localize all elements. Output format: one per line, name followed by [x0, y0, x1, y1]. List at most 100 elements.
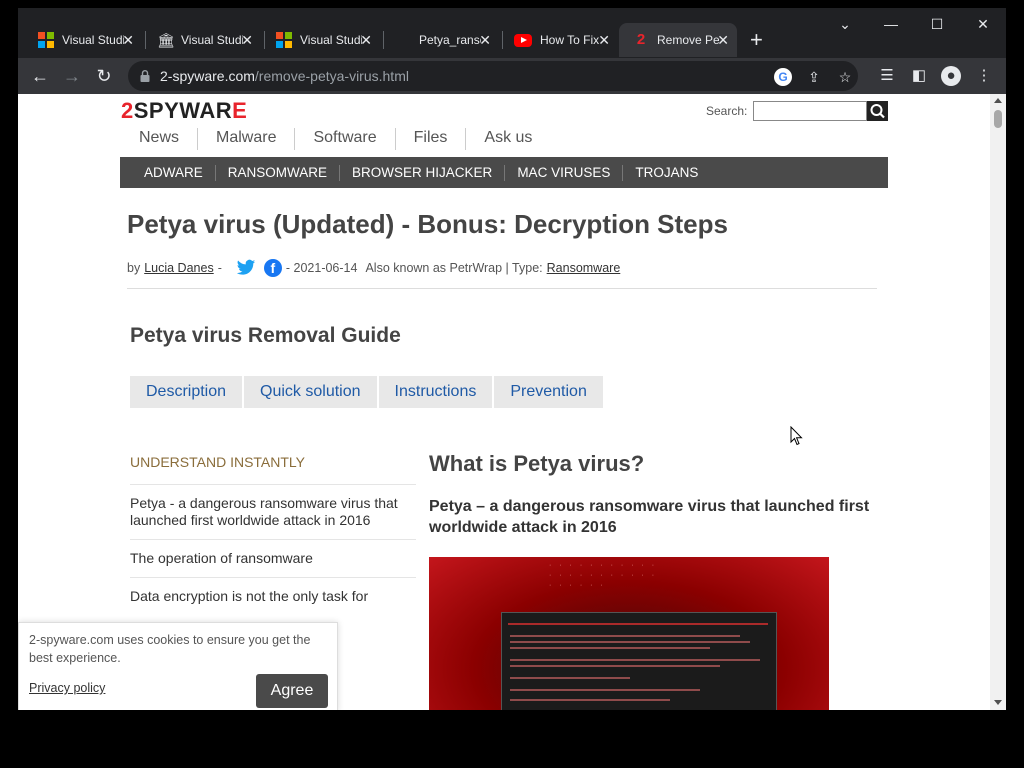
web-page: 2SPYWARE Search: News Malware Software F…: [18, 94, 1006, 710]
google-icon[interactable]: G: [774, 68, 792, 86]
toc-sidebar: UNDERSTAND INSTANTLY Petya - a dangerous…: [130, 454, 416, 615]
tab-petya-ransomware[interactable]: Petya_ransomware ✕: [381, 23, 499, 57]
close-icon[interactable]: ✕: [479, 32, 491, 48]
category-trojans[interactable]: TROJANS: [622, 164, 710, 181]
vertical-scrollbar[interactable]: [990, 94, 1006, 710]
logo-text: SPYWAR: [133, 98, 233, 123]
share-icon[interactable]: ⇪: [805, 68, 823, 86]
cookie-message: 2-spyware.com uses cookies to ensure you…: [29, 633, 311, 665]
toc-item[interactable]: Data encryption is not the only task for: [130, 577, 416, 615]
search-icon: [870, 104, 885, 119]
image-map-dots: · · · · · · · · · · · · · · · · · · · · …: [549, 562, 658, 589]
scroll-up-arrow-icon[interactable]: [994, 98, 1002, 103]
tab-strip: Visual Studio ✕ 🏛 Visual Studio ✕ Visual…: [18, 8, 1006, 58]
scrollbar-thumb[interactable]: [994, 110, 1002, 128]
tab-instructions[interactable]: Instructions: [378, 376, 493, 408]
nav-malware[interactable]: Malware: [197, 128, 294, 150]
logo-number: 2: [121, 98, 134, 123]
cookie-banner: 2-spyware.com uses cookies to ensure you…: [18, 622, 338, 710]
forward-arrow-icon[interactable]: →: [60, 64, 84, 88]
close-icon[interactable]: ✕: [360, 32, 372, 48]
tab-title: Visual Studio: [62, 33, 124, 47]
site-logo[interactable]: 2SPYWARE: [121, 99, 247, 123]
search-input[interactable]: [753, 101, 867, 121]
new-tab-plus-icon[interactable]: +: [750, 29, 763, 51]
byline-dash: -: [217, 261, 222, 275]
tab-prevention[interactable]: Prevention: [494, 376, 603, 408]
mouse-cursor-icon: [790, 426, 803, 446]
library-icon: 🏛: [157, 32, 175, 48]
tab-visual-studio-3[interactable]: Visual Studio ✕: [262, 23, 380, 57]
scroll-down-arrow-icon[interactable]: [994, 700, 1002, 705]
tab-description[interactable]: Description: [130, 376, 243, 408]
agree-button[interactable]: Agree: [256, 674, 328, 708]
tab-title: How To Fix: [540, 33, 600, 47]
close-icon[interactable]: ✕: [598, 32, 610, 48]
browser-toolbar: ← → ↻ 2-spyware.com/remove-petya-virus.h…: [18, 58, 1006, 94]
nav-ask-us[interactable]: Ask us: [465, 128, 550, 150]
search-label: Search:: [706, 104, 748, 118]
reload-icon[interactable]: ↻: [92, 64, 116, 88]
section-subtitle: Petya – a dangerous ransomware virus tha…: [429, 498, 870, 536]
browser-window: Visual Studio ✕ 🏛 Visual Studio ✕ Visual…: [18, 8, 1006, 710]
toc-item[interactable]: The operation of ransomware: [130, 539, 416, 577]
side-panel-icon[interactable]: ◧: [909, 66, 929, 86]
microsoft-icon: [38, 32, 54, 48]
youtube-icon: [514, 33, 532, 47]
removal-guide-title: Petya virus Removal Guide: [130, 324, 401, 347]
tab-how-to-fix[interactable]: How To Fix ✕: [500, 23, 618, 57]
maximize-icon[interactable]: ☐: [927, 16, 947, 33]
address-path: /remove-petya-virus.html: [254, 68, 409, 84]
category-browser-hijacker[interactable]: BROWSER HIJACKER: [339, 164, 504, 181]
tab-title: Petya_ransomware: [419, 33, 481, 47]
main-nav: News Malware Software Files Ask us: [121, 128, 550, 150]
address-bar[interactable]: 2-spyware.com/remove-petya-virus.html G …: [128, 61, 858, 91]
toc-item[interactable]: Petya - a dangerous ransomware virus tha…: [130, 484, 416, 539]
back-arrow-icon[interactable]: ←: [28, 64, 52, 88]
2spyware-icon: 2: [636, 31, 646, 48]
search-button[interactable]: [867, 101, 888, 121]
guide-tabs: Description Quick solution Instructions …: [130, 376, 605, 408]
article-date: - 2021-06-14: [285, 261, 358, 275]
tab-remove-petya[interactable]: 2 Remove Petya ✕: [619, 23, 737, 57]
close-icon[interactable]: ✕: [717, 32, 729, 48]
divider: [127, 288, 877, 289]
facebook-icon[interactable]: f: [263, 259, 282, 277]
article-title: Petya virus (Updated) - Bonus: Decryptio…: [127, 209, 728, 239]
nav-software[interactable]: Software: [294, 128, 394, 150]
tab-visual-studio-1[interactable]: Visual Studio ✕: [24, 23, 142, 57]
star-icon[interactable]: ☆: [836, 68, 854, 86]
tab-visual-studio-2[interactable]: 🏛 Visual Studio ✕: [143, 23, 261, 57]
nav-news[interactable]: News: [121, 128, 197, 150]
microsoft-icon: [276, 32, 292, 48]
nav-files[interactable]: Files: [394, 128, 466, 150]
address-host: 2-spyware.com: [160, 68, 255, 84]
logo-e: E: [232, 98, 248, 123]
type-link[interactable]: Ransomware: [547, 261, 621, 275]
menu-kebab-icon[interactable]: ⋮: [974, 66, 994, 86]
close-icon[interactable]: ✕: [241, 32, 253, 48]
tab-title: Visual Studio: [300, 33, 362, 47]
category-bar: ADWARE RANSOMWARE BROWSER HIJACKER MAC V…: [120, 157, 888, 188]
category-adware[interactable]: ADWARE: [132, 165, 215, 181]
tab-search-chevron-icon[interactable]: ⌄: [835, 16, 855, 33]
reading-list-icon[interactable]: ☰: [877, 66, 897, 86]
petya-screenshot-image: · · · · · · · · · · · · · · · · · · · · …: [429, 557, 829, 710]
category-mac-viruses[interactable]: MAC VIRUSES: [504, 164, 622, 181]
tab-title: Remove Petya: [657, 33, 719, 47]
section-title: What is Petya virus?: [429, 451, 645, 476]
window-close-icon[interactable]: ✕: [973, 16, 993, 33]
dark-icon: [395, 32, 411, 48]
lock-icon: [140, 70, 150, 82]
twitter-icon[interactable]: [236, 259, 256, 277]
also-known-as: Also known as PetrWrap | Type:: [365, 261, 543, 275]
privacy-policy-link[interactable]: Privacy policy: [29, 681, 105, 695]
close-icon[interactable]: ✕: [122, 32, 134, 48]
author-link[interactable]: Lucia Danes: [144, 261, 214, 275]
ransom-note-screen: [501, 612, 777, 710]
tab-quick-solution[interactable]: Quick solution: [244, 376, 377, 408]
byline: by Lucia Danes - f - 2021-06-14 Also kno…: [127, 259, 620, 277]
minimize-icon[interactable]: —: [881, 16, 901, 32]
category-ransomware[interactable]: RANSOMWARE: [214, 164, 339, 181]
profile-avatar-icon[interactable]: ●: [941, 66, 961, 86]
